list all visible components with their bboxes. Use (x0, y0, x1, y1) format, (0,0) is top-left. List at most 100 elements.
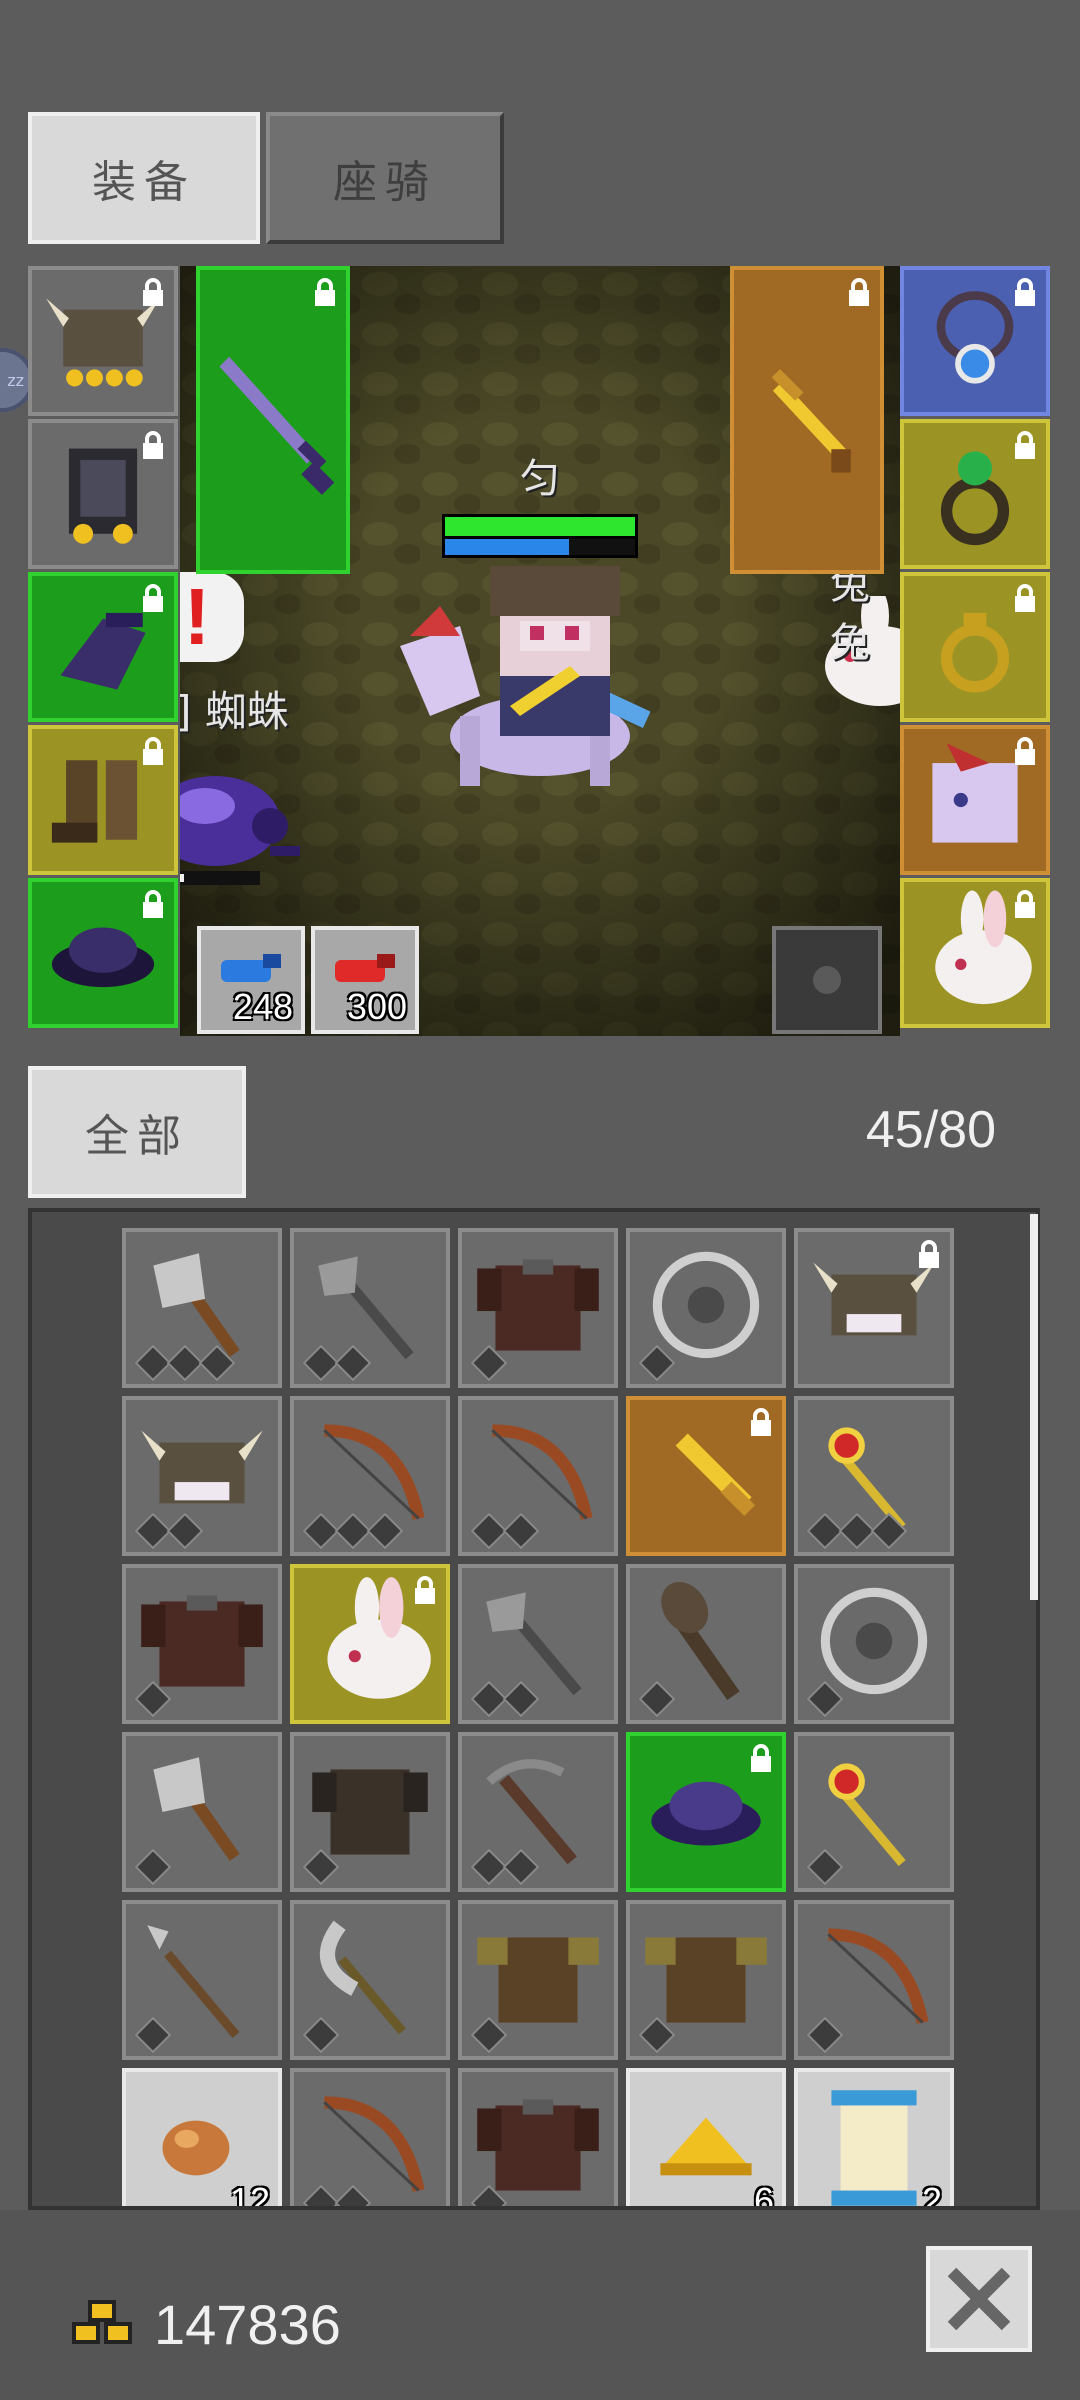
lock-icon (919, 1240, 939, 1268)
star-rating (302, 2184, 372, 2206)
offhand-slot[interactable] (730, 266, 884, 574)
inventory-slot[interactable] (458, 1732, 618, 1892)
inventory-slot[interactable] (626, 1228, 786, 1388)
inventory-slot[interactable] (794, 1900, 954, 2060)
inventory-slot[interactable] (122, 1564, 282, 1724)
inventory-slot[interactable] (458, 1900, 618, 2060)
lock-icon (1015, 737, 1035, 765)
skill-slot-empty[interactable] (772, 926, 882, 1034)
star-diamond (134, 1680, 172, 1718)
star-rating (134, 1344, 236, 1382)
close-button[interactable] (926, 2246, 1032, 2352)
star-rating (470, 2016, 508, 2054)
inventory-slot[interactable] (458, 1564, 618, 1724)
lock-icon (1015, 890, 1035, 918)
star-diamond (166, 1512, 204, 1550)
equip-slot-boots[interactable] (28, 725, 178, 875)
star-rating (134, 1848, 172, 1886)
inventory-slot[interactable] (626, 1396, 786, 1556)
inventory-slot[interactable] (458, 2068, 618, 2206)
equip-slot-unicorn-mount[interactable] (900, 725, 1050, 875)
lock-icon (143, 431, 163, 459)
tab-mount[interactable]: 座骑 (266, 112, 504, 244)
inventory-slot[interactable] (794, 1396, 954, 1556)
star-rating (470, 1848, 540, 1886)
inventory-slot[interactable] (290, 2068, 450, 2206)
close-icon (947, 2267, 1011, 2331)
spider-enemy-sprite[interactable] (180, 766, 320, 896)
tab-equipment[interactable]: 装备 (28, 112, 260, 244)
enemy-name-label: [兽8] 蜘蛛 (180, 678, 289, 739)
star-diamond (134, 2016, 172, 2054)
hero-mp-bar (442, 536, 638, 558)
star-diamond (502, 1848, 540, 1886)
star-diamond (870, 1512, 908, 1550)
equip-slot-rabbit-pet[interactable] (900, 878, 1050, 1028)
inventory-slot[interactable] (290, 1396, 450, 1556)
inventory-slot[interactable] (290, 1900, 450, 2060)
star-diamond (302, 2016, 340, 2054)
star-diamond (198, 1344, 236, 1382)
inventory-slot[interactable] (626, 1564, 786, 1724)
star-diamond (806, 1680, 844, 1718)
star-rating (638, 1344, 676, 1382)
red-potion-slot[interactable]: 300 (311, 926, 419, 1034)
star-diamond (638, 1344, 676, 1382)
inventory-slot[interactable] (794, 1732, 954, 1892)
inventory-slot[interactable] (458, 1228, 618, 1388)
blue-potion-slot[interactable]: 248 (197, 926, 305, 1034)
equip-slot-armor[interactable] (28, 419, 178, 569)
item-count: 12 (229, 2180, 270, 2210)
star-diamond (502, 1512, 540, 1550)
inventory-slot[interactable] (794, 1564, 954, 1724)
star-diamond (638, 2016, 676, 2054)
inventory-slot[interactable] (122, 1396, 282, 1556)
blue-potion-count: 248 (232, 986, 293, 1027)
inventory-slot[interactable] (122, 1228, 282, 1388)
star-rating (806, 1680, 844, 1718)
bottom-bar: 147836 (0, 2210, 1080, 2400)
lock-icon (143, 584, 163, 612)
lock-icon (315, 278, 335, 306)
inventory-slot[interactable] (626, 1900, 786, 2060)
star-rating (134, 1680, 172, 1718)
equip-slot-gold-ring[interactable] (900, 572, 1050, 722)
star-rating (806, 2016, 844, 2054)
star-rating (470, 1344, 508, 1382)
inventory-scrollbar[interactable] (1030, 1214, 1038, 1600)
equip-slot-emerald-ring[interactable] (900, 419, 1050, 569)
lock-icon (1015, 431, 1035, 459)
equip-slot-necklace[interactable] (900, 266, 1050, 416)
inventory-slot[interactable] (290, 1228, 450, 1388)
lock-icon (143, 890, 163, 918)
lock-icon (849, 278, 869, 306)
inventory-slot[interactable] (794, 1228, 954, 1388)
inventory-slot[interactable] (626, 1732, 786, 1892)
inventory-slot[interactable] (122, 1732, 282, 1892)
inventory-slot[interactable]: 2 (794, 2068, 954, 2210)
star-rating (470, 1680, 540, 1718)
inventory-slot[interactable] (458, 1396, 618, 1556)
equip-slot-hat[interactable] (28, 878, 178, 1028)
inventory-capacity: 45/80 (865, 1101, 996, 1159)
hero-mp-fill (445, 539, 569, 555)
lock-icon (415, 1576, 435, 1604)
star-rating (470, 1512, 540, 1550)
star-diamond (134, 1848, 172, 1886)
inventory-slot[interactable]: 6 (626, 2068, 786, 2206)
filter-all-button[interactable]: 全部 (28, 1066, 246, 1198)
equip-slot-gloves[interactable] (28, 572, 178, 722)
lock-icon (751, 1744, 771, 1772)
item-count: 2 (921, 2180, 942, 2210)
inventory-slot[interactable] (290, 1564, 450, 1724)
weapon-slot[interactable] (196, 266, 350, 574)
inventory-slot[interactable] (122, 1900, 282, 2060)
golden-sword-icon (771, 369, 851, 473)
equip-slot-helmet[interactable] (28, 266, 178, 416)
lock-icon (143, 278, 163, 306)
inventory-grid[interactable]: 12 6 2 (28, 1208, 1040, 2210)
star-rating (806, 1848, 844, 1886)
hero-on-mount-sprite (400, 566, 651, 786)
inventory-slot[interactable] (290, 1732, 450, 1892)
inventory-slot[interactable]: 12 (122, 2068, 282, 2210)
